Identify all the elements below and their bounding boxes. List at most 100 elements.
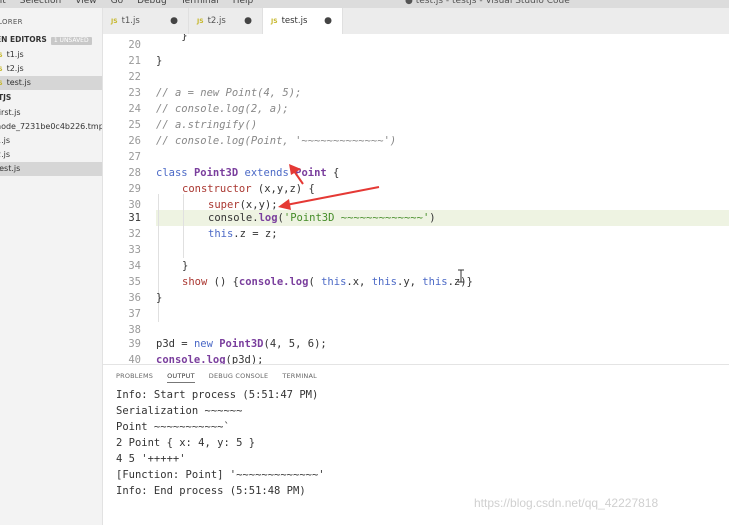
file-name: t2.js <box>6 64 24 73</box>
line-number: 28 <box>128 167 141 179</box>
method-name: console.log <box>238 276 309 288</box>
tree-item-first[interactable]: first.js <box>0 106 102 120</box>
line-number: 40 <box>128 354 141 364</box>
code-text: (4, 5, 6); <box>263 338 327 350</box>
method-name: console.log <box>156 354 226 364</box>
code-text: { <box>326 167 340 179</box>
line-number: 34 <box>128 260 141 272</box>
open-editor-t1[interactable]: JSt1.js <box>0 48 102 62</box>
keyword: this <box>208 228 234 240</box>
code-line: // a = new Point(4, 5); <box>156 87 302 99</box>
menu-terminal[interactable]: Terminal <box>181 0 219 8</box>
bottom-panel: PROBLEMS OUTPUT DEBUG CONSOLE TERMINAL I… <box>103 364 729 525</box>
tab-t1[interactable]: JS t1.js ● <box>103 8 189 34</box>
watermark: https://blog.csdn.net/qq_42227818 <box>474 496 659 510</box>
tab-test[interactable]: JS test.js ● <box>263 8 343 34</box>
line-number: 21 <box>128 55 141 67</box>
code-text: .y, <box>397 276 423 288</box>
js-file-icon: JS <box>271 17 278 25</box>
code-line: constructor (x,y,z) { <box>182 181 315 197</box>
unsaved-dot-icon[interactable]: ● <box>244 16 252 26</box>
open-editor-t2[interactable]: JSt2.js <box>0 62 102 76</box>
function-name: constructor <box>182 183 252 195</box>
class-name: Point3D <box>219 338 264 350</box>
unsaved-dot-icon[interactable]: ● <box>324 16 332 26</box>
open-editors-label: EN EDITORS <box>0 35 47 44</box>
js-file-icon: JS <box>0 66 3 73</box>
panel-tab-problems[interactable]: PROBLEMS <box>116 369 153 383</box>
code-line: } <box>156 292 163 304</box>
line-number: 22 <box>128 71 141 83</box>
code-text: p3d = <box>156 338 194 350</box>
code-text: .x, <box>346 276 372 288</box>
menu-debug[interactable]: Debug <box>137 0 167 8</box>
open-editor-test[interactable]: JStest.js <box>0 76 102 90</box>
panel-tab-debug-console[interactable]: DEBUG CONSOLE <box>209 369 269 383</box>
tab-t2[interactable]: JS t2.js ● <box>189 8 263 34</box>
folder-section[interactable]: TJS <box>0 92 11 104</box>
code-line: } <box>182 260 189 272</box>
keyword: new <box>193 338 213 350</box>
code-text: () { <box>207 276 239 288</box>
js-file-icon: JS <box>0 52 3 59</box>
line-number: 25 <box>128 119 141 131</box>
unsaved-dot-icon[interactable]: ● <box>170 16 178 26</box>
tree-item-2[interactable]: 2.js <box>0 148 102 162</box>
panel-tabs: PROBLEMS OUTPUT DEBUG CONSOLE TERMINAL <box>116 369 331 383</box>
tab-label: t2.js <box>207 16 226 26</box>
code-text: ) <box>429 212 436 224</box>
output-line: Point ~~~~~~~~~~~` <box>116 421 230 433</box>
explorer-header: LORER <box>0 18 23 26</box>
code-line: class Point3D extends Point { <box>156 165 339 181</box>
keyword: this <box>371 276 397 288</box>
function-name: show <box>182 276 208 288</box>
code-editor[interactable]: 20 21 22 23 24 25 26 27 28 29 30 31 32 3… <box>103 34 729 364</box>
line-number: 20 <box>128 39 141 51</box>
code-text: ( <box>308 276 322 288</box>
tree-item-1[interactable]: 1.js <box>0 134 102 148</box>
menu-view[interactable]: View <box>75 0 96 8</box>
annotation-arrows <box>278 164 464 283</box>
code-text: (x,y,z) { <box>251 183 315 195</box>
menu-edit[interactable]: dit <box>0 0 6 8</box>
code-text: console. <box>208 212 259 224</box>
line-number: 24 <box>128 103 141 115</box>
code-line: this.z = z; <box>208 226 278 242</box>
code-line: } <box>156 34 188 42</box>
code-line: console.log(p3d); <box>156 352 263 364</box>
open-editors-section[interactable]: EN EDITORS 1 UNSAVED <box>0 34 92 46</box>
menu-selection[interactable]: Selection <box>20 0 61 8</box>
window-title: ● test.js - testjs - Visual Studio Code <box>405 0 570 6</box>
file-name: test.js <box>6 78 31 87</box>
js-file-icon: JS <box>197 17 204 25</box>
menu-help[interactable]: Help <box>233 0 254 8</box>
code-line: p3d = new Point3D(4, 5, 6); <box>156 336 327 352</box>
indent-guide <box>183 194 184 258</box>
panel-tab-output[interactable]: OUTPUT <box>167 369 195 383</box>
title-bar: dit Selection View Go Debug Terminal Hel… <box>0 0 729 8</box>
code-line: // console.log(2, a); <box>156 103 289 115</box>
line-number: 23 <box>128 87 141 99</box>
output-line: Serialization ~~~~~~ <box>116 405 243 417</box>
line-number: 27 <box>128 151 141 163</box>
code-line: } <box>156 55 163 67</box>
line-number: 35 <box>128 276 141 288</box>
keyword: extends <box>244 167 289 179</box>
method-name: log <box>258 212 278 224</box>
code-line: // console.log(Point, '~~~~~~~~~~~~~') <box>156 135 397 147</box>
menu-go[interactable]: Go <box>111 0 123 8</box>
output-line: Info: Start process (5:51:47 PM) <box>116 389 319 401</box>
unsaved-badge: 1 UNSAVED <box>50 37 92 45</box>
code-line: show () {console.log( this.x, this.y, th… <box>182 274 473 290</box>
tree-item-tmp[interactable]: node_7231be0c4b226.tmp <box>0 120 102 134</box>
tree-item-test[interactable]: test.js <box>0 162 102 176</box>
line-number: 36 <box>128 292 141 304</box>
panel-tab-terminal[interactable]: TERMINAL <box>282 369 317 383</box>
file-name: t1.js <box>6 50 24 59</box>
explorer-sidebar: LORER EN EDITORS1 UNSAVED JSt1.js JSt2.j… <box>0 8 103 525</box>
code-line-current: console.log('Point3D ~~~~~~~~~~~~~') <box>208 210 436 226</box>
keyword: this <box>422 276 448 288</box>
code-line: // a.stringify() <box>156 119 258 131</box>
js-file-icon: JS <box>0 80 3 87</box>
output-line: 2 Point { x: 4, y: 5 } <box>116 437 256 449</box>
